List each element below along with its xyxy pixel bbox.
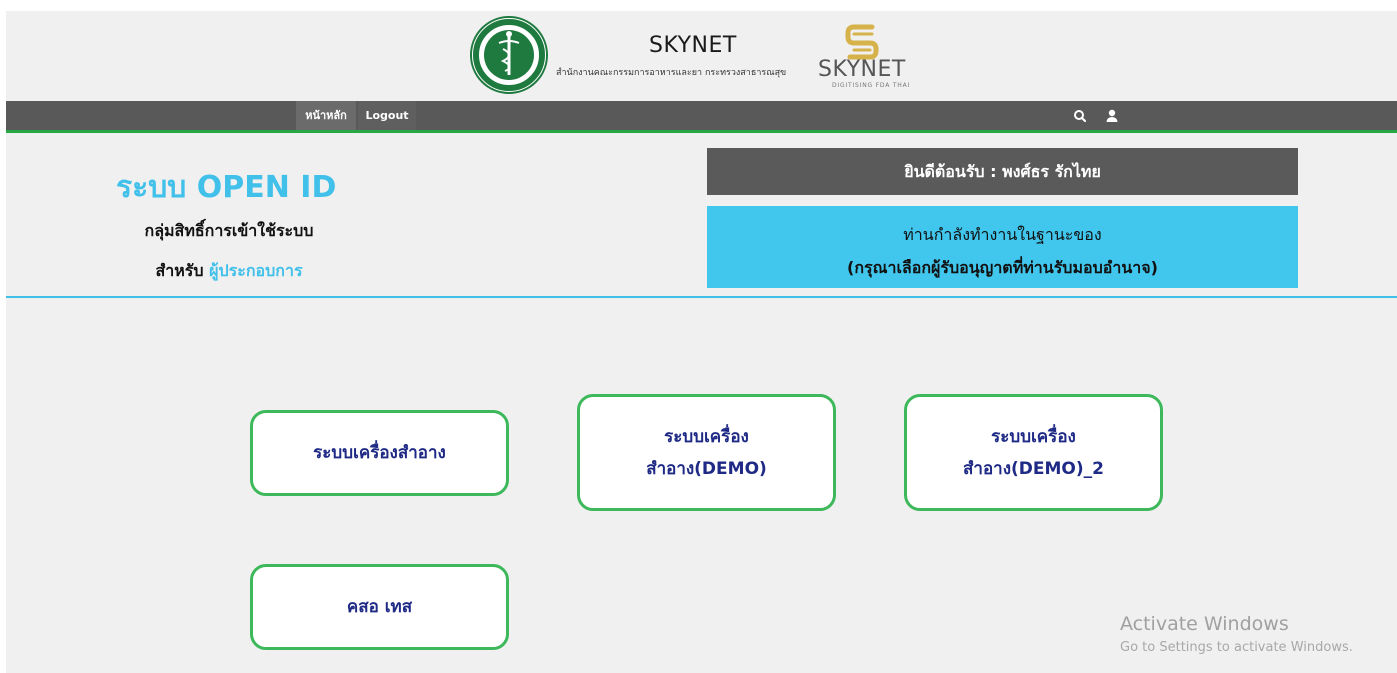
system-title: ระบบ OPEN ID [116,170,337,205]
system-card-cosmetics-demo-2[interactable]: ระบบเครื่อง สำอาง(DEMO)_2 [904,394,1163,511]
nav-logout-link[interactable]: Logout [358,101,416,130]
system-card-cosmetics-demo[interactable]: ระบบเครื่อง สำอาง(DEMO) [577,394,836,511]
select-licensee-prompt[interactable]: (กรุณาเลือกผู้รับอนุญาตที่ท่านรับมอบอำนา… [707,256,1298,281]
for-role-line: สำหรับ ผู้ประกอบการ [6,259,452,284]
top-navbar: หน้าหลัก Logout [6,101,1397,133]
activate-windows-title: Activate Windows [1120,613,1289,635]
system-card-label: คสอ เทส [346,597,413,617]
system-card-label: ระบบเครื่องสำอาง [313,443,446,463]
info-band: ระบบ OPEN ID กลุ่มสิทธิ์การเข้าใช้ระบบ ส… [6,136,1397,298]
welcome-banner: ยินดีต้อนรับ : พงศ์ธร รักไทย [707,148,1298,195]
user-icon[interactable] [1104,108,1120,124]
activate-windows-subtitle: Go to Settings to activate Windows. [1120,640,1353,655]
system-card-cosmetics[interactable]: ระบบเครื่องสำอาง [250,410,509,496]
search-icon[interactable] [1072,108,1088,124]
working-as-label: ท่านกำลังทำงานในฐานะของ [903,225,1102,244]
access-group-label: กลุ่มสิทธิ์การเข้าใช้ระบบ [144,221,314,240]
system-card-label: ระบบเครื่อง สำอาง(DEMO)_2 [963,426,1104,479]
skynet-tagline: DIGITISING FDA THAI [832,82,911,89]
skynet-wordmark: SKYNET [818,57,906,82]
site-title: SKYNET [649,33,737,58]
site-header: SKYNET สำนักงานคณะกรรมการอาหารและยา กระท… [6,11,1397,101]
nav-home-link[interactable]: หน้าหลัก [296,101,356,130]
role-link[interactable]: ผู้ประกอบการ [209,261,302,280]
system-card-test[interactable]: คสอ เทส [250,564,509,650]
system-card-label: ระบบเครื่อง สำอาง(DEMO) [646,426,767,479]
ministry-emblem-logo [470,16,548,94]
working-as-panel[interactable]: ท่านกำลังทำงานในฐานะของ (กรุณาเลือกผู้รั… [707,206,1298,288]
page: SKYNET สำนักงานคณะกรรมการอาหารและยา กระท… [6,11,1397,673]
for-prefix: สำหรับ [155,261,204,280]
site-subtitle: สำนักงานคณะกรรมการอาหารและยา กระทรวงสาธา… [556,68,787,78]
